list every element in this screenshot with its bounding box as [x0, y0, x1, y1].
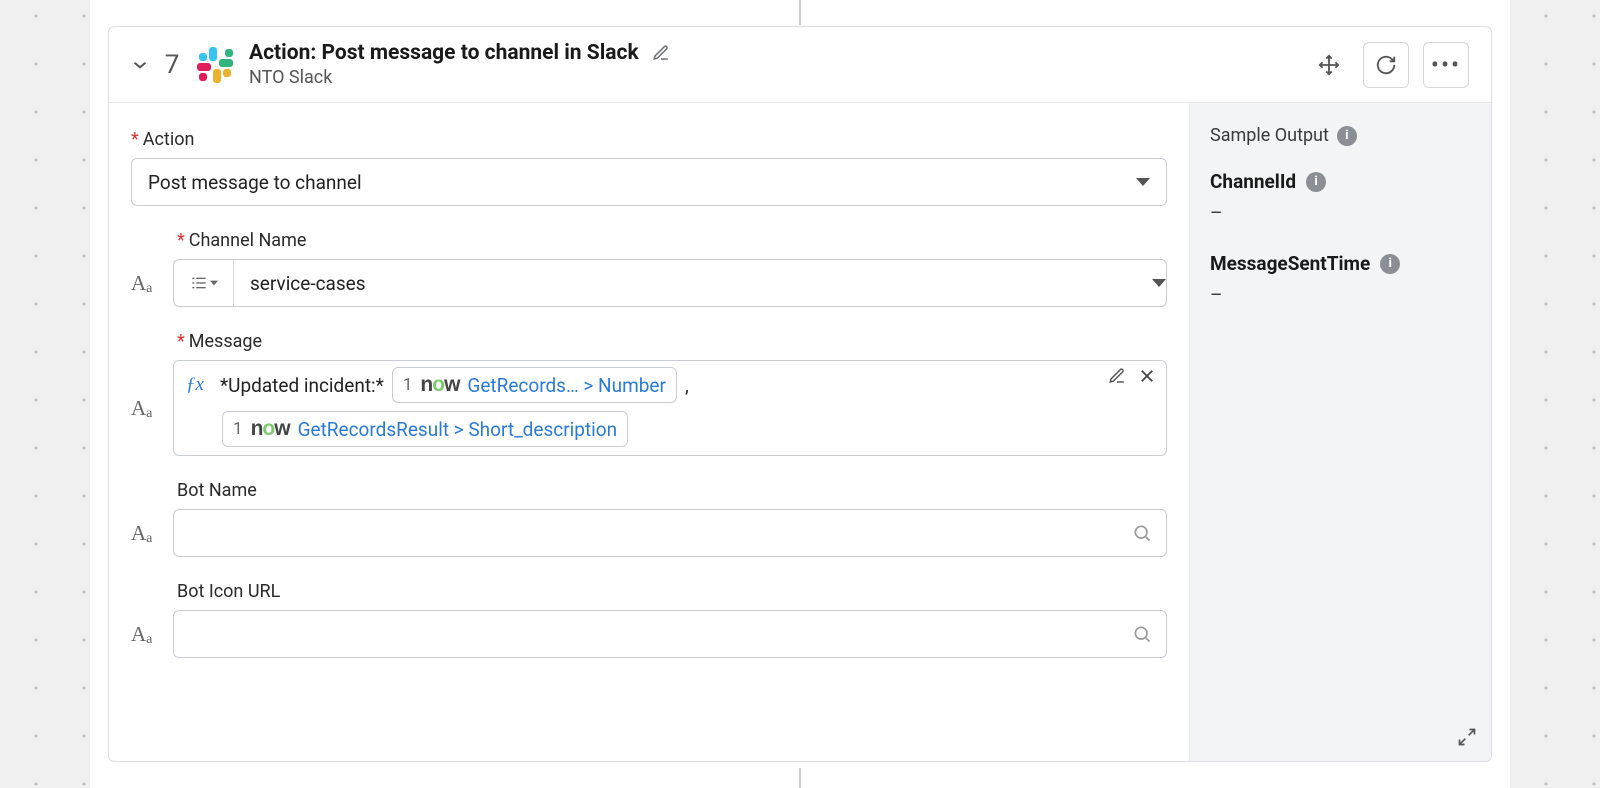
card-subtitle: NTO Slack [249, 67, 1295, 88]
channel-combo[interactable]: service-cases [173, 259, 1167, 307]
channel-field-block: * Channel Name Aa servic [131, 230, 1167, 307]
output-msgtime-value: – [1210, 283, 1471, 306]
output-panel: Sample Output i ChannelId i – MessageSen… [1189, 103, 1491, 761]
output-msgtime-label: MessageSentTime [1210, 252, 1370, 275]
boticon-label: Bot Icon URL [177, 581, 280, 602]
pill-step: 1 [233, 419, 243, 439]
more-actions-button[interactable]: ••• [1423, 42, 1469, 88]
action-value: Post message to channel [148, 171, 362, 194]
botname-field-block: Bot Name Aa [131, 480, 1167, 557]
message-field-block: * Message Aa ƒx *Updated incident:* 1 [131, 331, 1167, 456]
message-prefix-text: *Updated incident:* [220, 374, 384, 397]
card-title: Action: Post message to channel in Slack [249, 41, 639, 65]
output-channelid-label: ChannelId [1210, 170, 1296, 193]
text-type-icon[interactable]: Aa [131, 271, 161, 296]
card-header: 7 Action: Post message to channel in Sla… [109, 27, 1491, 103]
text-type-icon[interactable]: Aa [131, 622, 161, 647]
picker-button[interactable] [174, 260, 234, 306]
message-input[interactable]: ƒx *Updated incident:* 1 now GetRecords…… [173, 360, 1167, 456]
connector-line-top [799, 0, 801, 25]
edit-icon[interactable] [1108, 367, 1126, 385]
action-field-block: * Action Post message to channel [131, 129, 1167, 206]
servicenow-icon: now [251, 417, 290, 441]
boticon-field-block: Bot Icon URL Aa [131, 581, 1167, 658]
search-icon [1132, 523, 1152, 543]
channel-label: Channel Name [189, 230, 307, 251]
connector-line-bottom [799, 768, 801, 788]
merge-pill-short-description[interactable]: 1 now GetRecordsResult > Short_descripti… [222, 411, 628, 447]
info-icon[interactable]: i [1306, 172, 1326, 192]
action-label: Action [143, 129, 195, 150]
text-type-icon[interactable]: Aa [131, 396, 161, 421]
dropdown-caret-icon [1136, 178, 1150, 186]
card-body: * Action Post message to channel * Chann… [109, 103, 1491, 761]
expand-panel-icon[interactable] [1457, 727, 1477, 747]
step-number: 7 [163, 50, 181, 80]
center-frame: 7 Action: Post message to channel in Sla… [90, 0, 1510, 788]
title-block: Action: Post message to channel in Slack… [249, 41, 1295, 88]
botname-input[interactable] [173, 509, 1167, 557]
refresh-button[interactable] [1363, 42, 1409, 88]
merge-pill-number[interactable]: 1 now GetRecords… > Number [392, 367, 677, 403]
output-heading: Sample Output [1210, 125, 1329, 146]
move-icon[interactable] [1309, 45, 1349, 85]
clear-icon[interactable] [1138, 367, 1156, 385]
formula-icon: ƒx [186, 374, 204, 396]
flow-canvas: 7 Action: Post message to channel in Sla… [0, 0, 1600, 788]
action-card: 7 Action: Post message to channel in Sla… [108, 26, 1492, 762]
pill-text: GetRecords… > Number [467, 374, 666, 397]
slack-icon [195, 45, 235, 85]
collapse-chevron-icon[interactable] [129, 56, 151, 74]
channel-value: service-cases [250, 272, 366, 295]
servicenow-icon: now [420, 373, 459, 397]
pill-text: GetRecordsResult > Short_description [298, 418, 618, 441]
botname-label: Bot Name [177, 480, 257, 501]
dropdown-caret-icon [1152, 279, 1166, 287]
output-channelid-value: – [1210, 201, 1471, 224]
message-label: Message [189, 331, 262, 352]
action-select[interactable]: Post message to channel [131, 158, 1167, 206]
pill-step: 1 [403, 375, 413, 395]
info-icon[interactable]: i [1380, 254, 1400, 274]
search-icon [1132, 624, 1152, 644]
text-type-icon[interactable]: Aa [131, 521, 161, 546]
info-icon[interactable]: i [1337, 126, 1357, 146]
form-area: * Action Post message to channel * Chann… [109, 103, 1189, 761]
edit-title-icon[interactable] [649, 41, 673, 65]
canvas-dots-right [1510, 0, 1600, 788]
canvas-dots-left [0, 0, 90, 788]
message-separator: , [685, 374, 689, 397]
boticon-input[interactable] [173, 610, 1167, 658]
